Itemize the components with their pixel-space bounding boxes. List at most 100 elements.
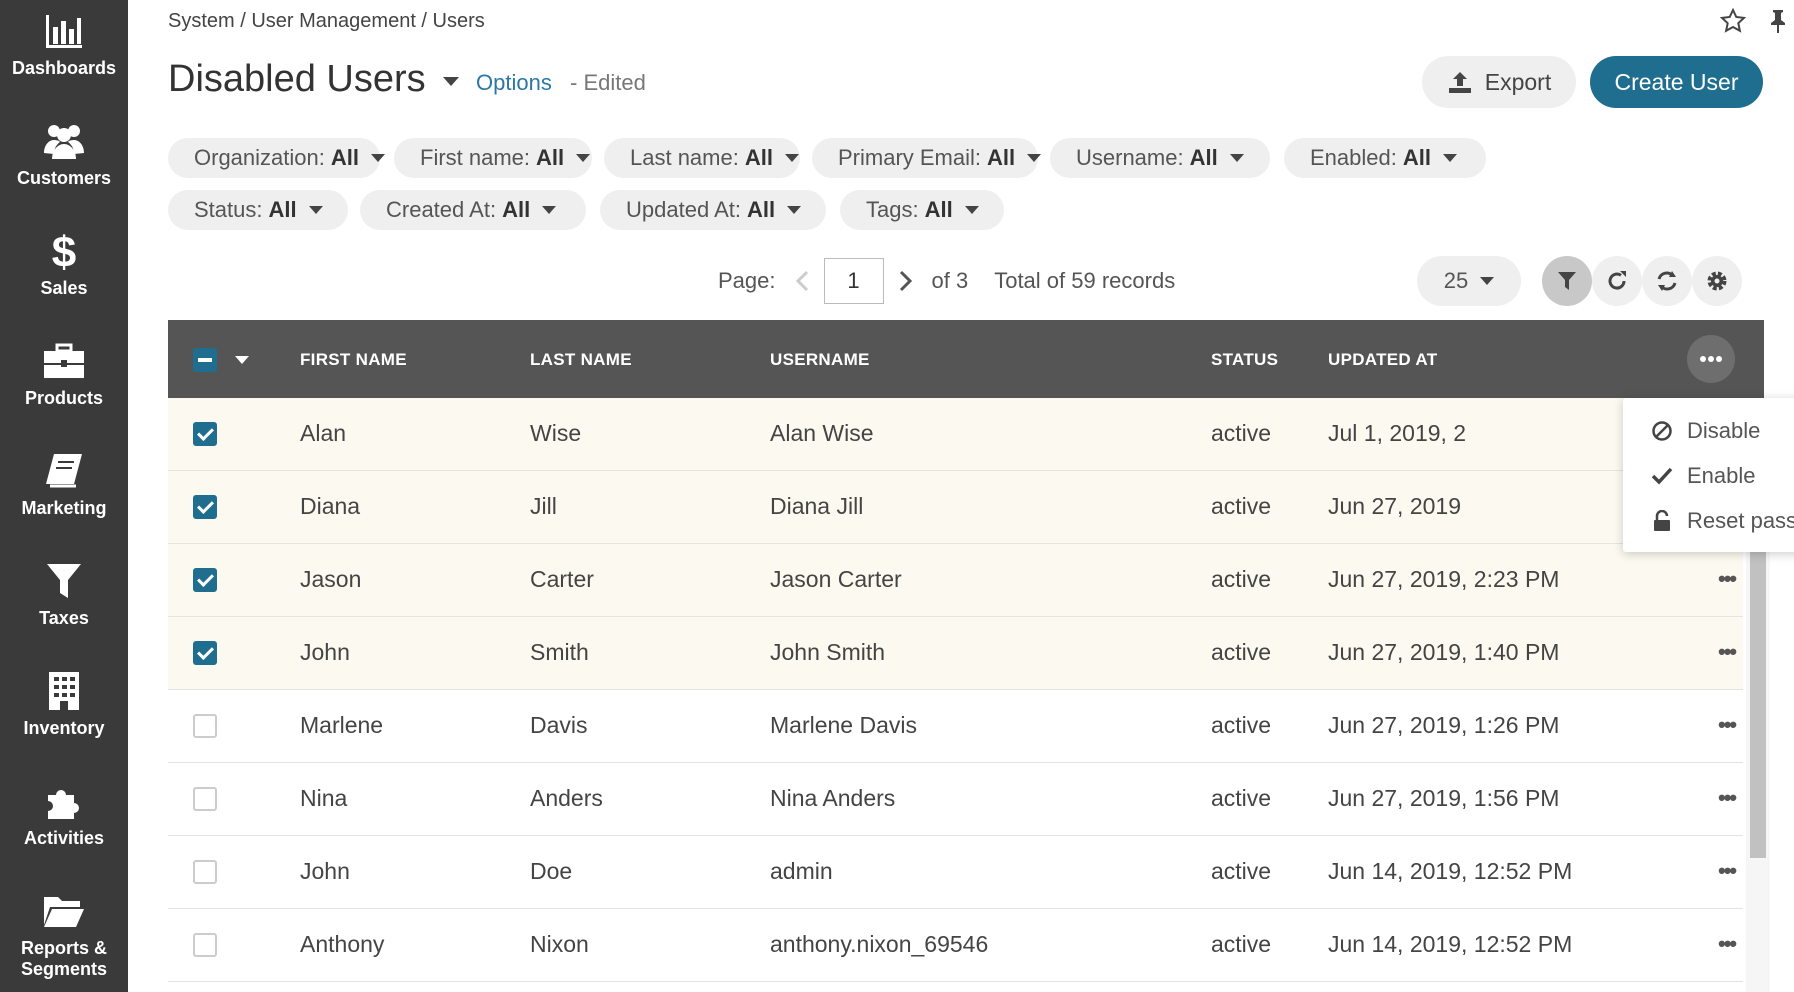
top-icons xyxy=(1720,8,1788,34)
table-row[interactable]: Alan Wise Alan Wise active Jul 1, 2019, … xyxy=(168,398,1743,471)
cell-status: active xyxy=(1211,493,1272,519)
filter-last-name[interactable]: Last name: All xyxy=(604,138,800,178)
briefcase-icon xyxy=(41,338,87,384)
star-icon[interactable] xyxy=(1720,8,1746,34)
column-updated-at[interactable]: UPDATED AT xyxy=(1328,350,1437,370)
cell-last-name: Anders xyxy=(530,785,603,811)
row-checkbox[interactable] xyxy=(193,495,217,519)
cell-first-name: Anthony xyxy=(300,931,385,957)
filter-first-name[interactable]: First name: All xyxy=(394,138,592,178)
filter-enabled[interactable]: Enabled: All xyxy=(1284,138,1486,178)
sidebar-item-label: Sales xyxy=(40,278,88,298)
table-header: FIRST NAME LAST NAME USERNAME STATUS UPD… xyxy=(168,320,1764,398)
sidebar-item-label: Dashboards xyxy=(11,58,117,78)
row-actions-icon[interactable]: ••• xyxy=(1718,566,1737,592)
next-page-icon[interactable] xyxy=(898,269,914,293)
chevron-down-icon xyxy=(964,206,979,214)
table-row[interactable]: Anthony Nixon anthony.nixon_69546 active… xyxy=(168,909,1743,982)
table-row[interactable]: John Doe admin active Jun 14, 2019, 12:5… xyxy=(168,836,1743,909)
options-link[interactable]: Options xyxy=(476,70,552,96)
filter-created-at[interactable]: Created At: All xyxy=(360,190,586,230)
mass-action-enable[interactable]: Enable xyxy=(1651,456,1756,496)
chevron-down-icon xyxy=(576,154,591,162)
page-size-select[interactable]: 25 xyxy=(1417,256,1521,306)
sidebar-item-customers[interactable]: Customers xyxy=(0,110,128,220)
chevron-down-icon xyxy=(542,206,557,214)
filter-toggle-button[interactable] xyxy=(1542,256,1592,306)
rotate-icon xyxy=(1608,271,1626,290)
filter-updated-at[interactable]: Updated At: All xyxy=(600,190,826,230)
ban-icon xyxy=(1652,421,1672,441)
sidebar-item-sales[interactable]: $ Sales xyxy=(0,220,128,330)
chevron-down-icon xyxy=(1229,154,1244,162)
page-number-input[interactable]: 1 xyxy=(823,258,884,304)
prev-page-icon[interactable] xyxy=(794,269,810,293)
table-row[interactable]: John Smith John Smith active Jun 27, 201… xyxy=(168,617,1743,690)
sidebar-item-label-line2: Segments xyxy=(20,959,108,979)
row-actions-icon[interactable]: ••• xyxy=(1718,785,1737,811)
column-first-name[interactable]: FIRST NAME xyxy=(300,350,407,370)
users-icon xyxy=(41,118,87,164)
row-checkbox[interactable] xyxy=(193,422,217,446)
filter-primary-email[interactable]: Primary Email: All xyxy=(812,138,1042,178)
cell-updated-at: Jul 1, 2019, 2 xyxy=(1328,420,1467,446)
table-row[interactable]: Marlene Davis Marlene Davis active Jun 2… xyxy=(168,690,1743,763)
select-menu-caret-icon[interactable] xyxy=(235,356,249,364)
sidebar-item-taxes[interactable]: Taxes xyxy=(0,550,128,660)
chevron-down-icon xyxy=(787,206,802,214)
table-row[interactable]: Nina Anders Nina Anders active Jun 27, 2… xyxy=(168,763,1743,836)
row-actions-icon[interactable]: ••• xyxy=(1718,639,1737,665)
row-checkbox[interactable] xyxy=(193,787,217,811)
row-checkbox[interactable] xyxy=(193,860,217,884)
page-title: Disabled Users xyxy=(168,58,426,100)
create-user-button[interactable]: Create User xyxy=(1590,56,1763,108)
cell-first-name: John xyxy=(300,639,350,665)
dollar-icon: $ xyxy=(41,228,87,274)
sidebar-item-inventory[interactable]: Inventory xyxy=(0,660,128,770)
row-checkbox[interactable] xyxy=(193,641,217,665)
mass-action-label: Enable xyxy=(1687,463,1756,488)
sidebar-item-activities[interactable]: Activities xyxy=(0,770,128,880)
filter-username[interactable]: Username: All xyxy=(1050,138,1270,178)
filter-tags[interactable]: Tags: All xyxy=(840,190,1004,230)
cell-status: active xyxy=(1211,785,1272,811)
breadcrumb[interactable]: System / User Management / Users xyxy=(168,10,485,33)
sidebar-item-label: Marketing xyxy=(21,498,107,518)
sidebar-item-marketing[interactable]: Marketing xyxy=(0,440,128,550)
column-username[interactable]: USERNAME xyxy=(770,350,870,370)
page-count: of 3 xyxy=(931,268,969,293)
row-checkbox[interactable] xyxy=(193,933,217,957)
cell-username: Jason Carter xyxy=(770,566,902,592)
grid-settings-button[interactable] xyxy=(1692,256,1742,306)
column-last-name[interactable]: LAST NAME xyxy=(530,350,632,370)
sidebar-item-dashboards[interactable]: Dashboards xyxy=(0,0,128,110)
row-checkbox[interactable] xyxy=(193,568,217,592)
row-actions-icon[interactable]: ••• xyxy=(1718,931,1737,957)
column-status[interactable]: STATUS xyxy=(1211,350,1278,370)
row-checkbox[interactable] xyxy=(193,714,217,738)
refresh-button[interactable] xyxy=(1642,256,1692,306)
table-row[interactable]: Jason Carter Jason Carter active Jun 27,… xyxy=(168,544,1743,617)
filter-status[interactable]: Status: All xyxy=(168,190,348,230)
view-switcher-caret-icon[interactable] xyxy=(443,77,459,86)
row-actions-icon[interactable]: ••• xyxy=(1718,858,1737,884)
cell-username: Diana Jill xyxy=(770,493,864,519)
reset-button[interactable] xyxy=(1592,256,1642,306)
check-icon xyxy=(1651,467,1673,485)
mass-action-disable[interactable]: Disable xyxy=(1651,411,1760,451)
sidebar-item-reports-segments[interactable]: Reports & Segments xyxy=(0,880,128,990)
filter-organization[interactable]: Organization: All xyxy=(168,138,385,178)
select-all-checkbox[interactable] xyxy=(193,348,217,372)
mass-actions-button[interactable] xyxy=(1687,335,1735,383)
pin-icon[interactable] xyxy=(1768,8,1788,34)
cell-last-name: Smith xyxy=(530,639,589,665)
sidebar-item-products[interactable]: Products xyxy=(0,330,128,440)
cell-status: active xyxy=(1211,639,1272,665)
mass-action-reset-password[interactable]: Reset password xyxy=(1651,501,1794,541)
row-actions-icon[interactable]: ••• xyxy=(1718,712,1737,738)
export-button[interactable]: Export xyxy=(1422,56,1576,108)
sidebar: Dashboards Customers $ Sales Products Ma… xyxy=(0,0,128,992)
chevron-down-icon xyxy=(370,154,385,162)
table-row[interactable]: Diana Jill Diana Jill active Jun 27, 201… xyxy=(168,471,1743,544)
cell-updated-at: Jun 27, 2019, 2:23 PM xyxy=(1328,566,1560,592)
